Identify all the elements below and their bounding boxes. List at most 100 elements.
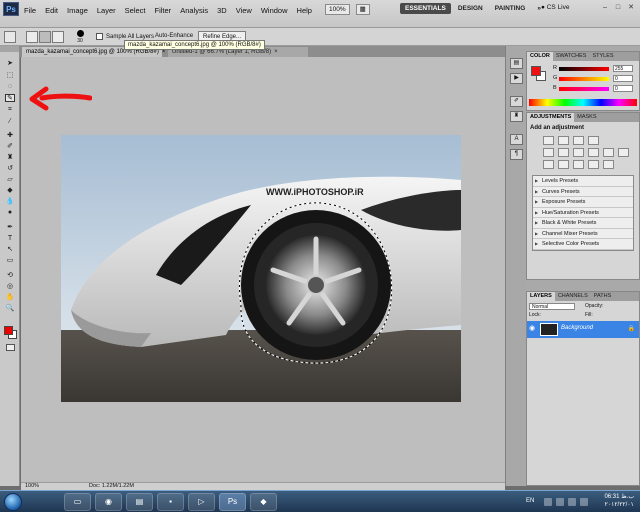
- hue-saturation-icon[interactable]: [558, 148, 569, 157]
- blend-mode-select[interactable]: Normal: [529, 303, 575, 310]
- subtract-selection-button[interactable]: [52, 31, 64, 43]
- taskbar-photoshop-icon[interactable]: Ps: [219, 493, 246, 511]
- tab-channels[interactable]: CHANNELS: [555, 292, 591, 301]
- menu-3d[interactable]: 3D: [217, 6, 227, 15]
- posterize-icon[interactable]: [558, 160, 569, 169]
- threshold-icon[interactable]: [573, 160, 584, 169]
- tools-grip[interactable]: [0, 46, 19, 52]
- gradient-map-icon[interactable]: [588, 160, 599, 169]
- zoom-tool-icon[interactable]: 🔍: [5, 305, 15, 313]
- invert-icon[interactable]: [543, 160, 554, 169]
- 3d-orbit-tool-icon[interactable]: ◎: [5, 283, 15, 291]
- brightness-contrast-icon[interactable]: [543, 136, 554, 145]
- panel-foreground-swatch[interactable]: [531, 66, 541, 76]
- character-panel-icon[interactable]: A: [510, 134, 523, 145]
- tray-flag-icon[interactable]: [556, 498, 564, 506]
- quick-selection-tool-icon[interactable]: ✎: [5, 94, 15, 102]
- new-selection-button[interactable]: [26, 31, 38, 43]
- arrange-documents-button[interactable]: ▦: [355, 4, 370, 15]
- quick-mask-icon[interactable]: [6, 344, 15, 351]
- brush-picker[interactable]: 30: [72, 30, 88, 44]
- history-brush-tool-icon[interactable]: ↺: [5, 165, 15, 173]
- paragraph-panel-icon[interactable]: ¶: [510, 149, 523, 160]
- clone-source-icon[interactable]: ♜: [510, 111, 523, 122]
- language-indicator[interactable]: EN: [526, 498, 534, 504]
- menu-view[interactable]: View: [236, 6, 252, 15]
- start-button[interactable]: [4, 493, 22, 511]
- tab-color[interactable]: COLOR: [527, 52, 553, 61]
- foreground-color-swatch[interactable]: [4, 326, 13, 335]
- layer-background-row[interactable]: ◉ Background 🔒: [527, 321, 639, 338]
- 3d-rotate-tool-icon[interactable]: ⟲: [5, 272, 15, 280]
- paint-bucket-tool-icon[interactable]: ◆: [5, 187, 15, 195]
- tab-close-icon[interactable]: ×: [274, 49, 278, 55]
- add-to-selection-button[interactable]: [39, 31, 51, 43]
- menu-filter[interactable]: Filter: [155, 6, 172, 15]
- cs-live-button[interactable]: ● CS Live: [541, 4, 570, 11]
- actions-panel-icon[interactable]: ▶: [510, 73, 523, 84]
- preset-selective-color[interactable]: Selective Color Presets: [533, 239, 633, 250]
- move-tool-icon[interactable]: ➤: [5, 60, 15, 68]
- preset-hue-saturation[interactable]: Hue/Saturation Presets: [533, 208, 633, 218]
- eyedropper-tool-icon[interactable]: ⁄: [5, 118, 15, 126]
- history-panel-icon[interactable]: ▤: [510, 58, 523, 69]
- path-selection-tool-icon[interactable]: ↖: [5, 246, 15, 254]
- menu-help[interactable]: Help: [297, 6, 312, 15]
- workspace-painting[interactable]: PAINTING: [490, 3, 531, 14]
- taskbar-cmd-icon[interactable]: ▪: [157, 493, 184, 511]
- minimize-icon[interactable]: –: [600, 3, 610, 13]
- taskbar-folder-icon[interactable]: ▤: [126, 493, 153, 511]
- levels-icon[interactable]: [558, 136, 569, 145]
- selective-color-icon[interactable]: [603, 160, 614, 169]
- dodge-tool-icon[interactable]: ●: [5, 209, 15, 217]
- clone-stamp-tool-icon[interactable]: ♜: [5, 154, 15, 162]
- lasso-tool-icon[interactable]: ◌: [5, 83, 15, 91]
- canvas-area[interactable]: WWW.iPHOTOSHOP.iR: [21, 57, 505, 482]
- close-icon[interactable]: ✕: [626, 3, 636, 13]
- curves-icon[interactable]: [573, 136, 584, 145]
- workspace-essentials[interactable]: ESSENTIALS: [400, 3, 451, 14]
- preset-exposure[interactable]: Exposure Presets: [533, 197, 633, 208]
- eraser-tool-icon[interactable]: ▱: [5, 176, 15, 184]
- clock[interactable]: 06:31 ب.ظ ۲۰۱۲/۲۲/۰۱: [604, 493, 634, 509]
- sample-all-layers-checkbox[interactable]: Sample All Layers: [96, 33, 154, 40]
- menu-layer[interactable]: Layer: [97, 6, 116, 15]
- tool-preset-picker[interactable]: [4, 31, 16, 43]
- menu-select[interactable]: Select: [125, 6, 146, 15]
- tray-network-icon[interactable]: [568, 498, 576, 506]
- marquee-tool-icon[interactable]: ⬚: [5, 72, 15, 80]
- color-balance-icon[interactable]: [573, 148, 584, 157]
- blue-slider[interactable]: [559, 87, 609, 91]
- document-image[interactable]: WWW.iPHOTOSHOP.iR: [61, 135, 461, 402]
- preset-black-white[interactable]: Black & White Presets: [533, 218, 633, 229]
- taskbar-window-icon[interactable]: ▭: [64, 493, 91, 511]
- red-slider[interactable]: [559, 67, 609, 71]
- tab-paths[interactable]: PATHS: [591, 292, 615, 301]
- menu-analysis[interactable]: Analysis: [180, 6, 208, 15]
- color-spectrum-bar[interactable]: [529, 99, 637, 106]
- auto-enhance-checkbox[interactable]: Auto-Enhance: [155, 33, 193, 39]
- menu-window[interactable]: Window: [261, 6, 288, 15]
- preset-curves[interactable]: Curves Presets: [533, 187, 633, 197]
- tray-up-icon[interactable]: [544, 498, 552, 506]
- brush-panel-icon[interactable]: ✐: [510, 96, 523, 107]
- status-zoom[interactable]: 100%: [25, 483, 39, 490]
- menu-file[interactable]: File: [24, 6, 36, 15]
- menu-image[interactable]: Image: [67, 6, 88, 15]
- exposure-icon[interactable]: [588, 136, 599, 145]
- hand-tool-icon[interactable]: ✋: [5, 294, 15, 302]
- green-slider[interactable]: [559, 77, 609, 81]
- black-white-icon[interactable]: [588, 148, 599, 157]
- healing-brush-tool-icon[interactable]: ✚: [5, 132, 15, 140]
- eye-icon[interactable]: ◉: [529, 325, 537, 333]
- blur-tool-icon[interactable]: 💧: [5, 198, 15, 206]
- taskbar-app-icon[interactable]: ◆: [250, 493, 277, 511]
- tab-masks[interactable]: MASKS: [574, 113, 599, 122]
- pen-tool-icon[interactable]: ✒: [5, 224, 15, 232]
- type-tool-icon[interactable]: T: [5, 235, 15, 243]
- zoom-level-select[interactable]: 100%: [325, 4, 350, 15]
- crop-tool-icon[interactable]: ⌗: [5, 106, 15, 114]
- tray-volume-icon[interactable]: [580, 498, 588, 506]
- menu-edit[interactable]: Edit: [45, 6, 58, 15]
- tab-adjustments[interactable]: ADJUSTMENTS: [527, 113, 575, 122]
